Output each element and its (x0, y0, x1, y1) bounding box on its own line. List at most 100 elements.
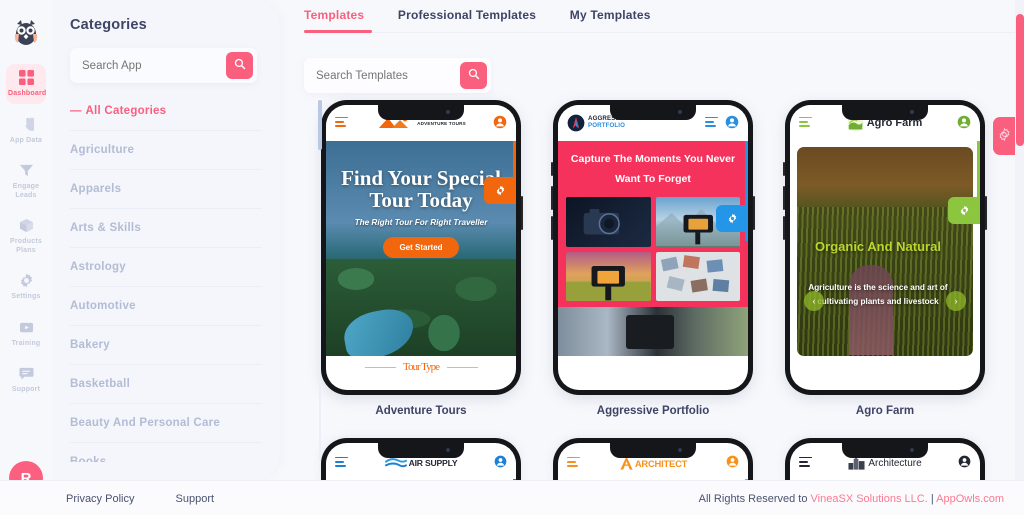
sidebar-item-label: Dashboard (8, 90, 47, 97)
template-logo-text: AIR SUPPLY (408, 458, 458, 468)
template-name: Aggressive Portfolio (596, 405, 710, 417)
category-label: Books (70, 456, 107, 462)
category-item-all[interactable]: — All Categories (70, 92, 262, 131)
grid-icon (8, 70, 44, 87)
category-item[interactable]: Beauty And Personal Care (70, 404, 262, 443)
sidebar-item-training[interactable]: Training (6, 314, 46, 354)
sidebar-item-app-data[interactable]: App Data (6, 111, 46, 151)
sidebar-item-label: Settings (11, 293, 41, 300)
chevron-right-icon[interactable]: › (946, 291, 966, 311)
hamburger-icon[interactable] (335, 456, 348, 470)
template-body-text: Agriculture is the science and art of cu… (808, 283, 948, 306)
categories-title: Categories (70, 17, 147, 33)
get-started-button[interactable]: Get Started (383, 237, 459, 258)
sidebar-item-settings[interactable]: Settings (6, 267, 46, 307)
gear-icon (998, 127, 1011, 144)
phone-notch (378, 443, 464, 458)
template-logo-text: Architecture (868, 457, 922, 469)
hamburger-icon[interactable] (799, 116, 812, 130)
template-hero: Organic And Natural Agriculture is the s… (790, 141, 980, 356)
owl-logo-icon[interactable] (7, 14, 45, 52)
category-label: Beauty And Personal Care (70, 417, 221, 429)
category-item[interactable]: Astrology (70, 248, 262, 287)
gallery-image (566, 251, 651, 301)
user-avatar-icon[interactable] (726, 455, 739, 471)
sidebar-item-label: Support (11, 386, 41, 393)
phone-notch (842, 443, 928, 458)
phone-screen: Agro Farm Organic And Natural Agricultur… (790, 105, 980, 390)
footer: Privacy Policy Support All Rights Reserv… (0, 480, 1024, 515)
phone-mockup: ADVENTURE TOURS Find Your Special Tour T… (319, 100, 523, 395)
gallery-image (566, 197, 651, 247)
category-label: Arts & Skills (70, 222, 141, 234)
category-item[interactable]: Apparels (70, 170, 262, 209)
category-scrollbar-thumb[interactable] (318, 100, 322, 150)
video-icon (8, 320, 44, 337)
phone-mockup: AGGRESSIVE PORTFOLIO Capture The Moments… (551, 100, 755, 395)
tab-professional-templates[interactable]: Professional Templates (398, 0, 536, 22)
hamburger-icon[interactable] (799, 456, 812, 470)
user-avatar-icon[interactable] (957, 115, 971, 132)
search-templates-input[interactable] (316, 58, 446, 93)
tab-templates[interactable]: Templates (304, 0, 364, 22)
footer-link-support[interactable]: Support (176, 493, 215, 505)
user-avatar-icon[interactable] (494, 455, 507, 471)
chevron-left-icon[interactable]: ‹ (804, 291, 824, 311)
page-scrollbar-thumb[interactable] (1016, 14, 1024, 146)
sidebar-item-engage-leads[interactable]: Engage Leads (6, 157, 46, 205)
search-app-button[interactable] (226, 52, 253, 79)
template-logo-text: ARCHITECT (634, 457, 688, 469)
template-gallery (566, 197, 740, 301)
category-item[interactable]: Arts & Skills (70, 209, 262, 248)
funnel-icon (8, 163, 44, 180)
settings-side-tab[interactable] (993, 117, 1015, 155)
hamburger-icon[interactable] (567, 456, 580, 470)
sidebar-item-support[interactable]: Support (6, 360, 46, 400)
category-label: Bakery (70, 339, 110, 351)
search-icon (234, 58, 246, 73)
category-label: All Categories (85, 105, 167, 117)
gallery-image (655, 251, 740, 301)
dash-right-icon: ——— (447, 361, 478, 373)
categories-panel: Categories — All Categories Agriculture A… (52, 0, 322, 480)
chat-icon (8, 366, 44, 383)
category-item[interactable]: Bakery (70, 326, 262, 365)
category-item[interactable]: Agriculture (70, 131, 262, 170)
accent-strip (977, 141, 980, 203)
footer-link-privacy-policy[interactable]: Privacy Policy (66, 493, 134, 505)
template-settings-tab[interactable] (484, 177, 516, 204)
search-icon (468, 68, 480, 83)
tab-my-templates[interactable]: My Templates (570, 0, 651, 22)
category-label: Basketball (70, 378, 131, 390)
category-item[interactable]: Books (70, 443, 262, 462)
sidebar-item-dashboard[interactable]: Dashboard (6, 64, 46, 104)
copyright-prefix: All Rights Reserved to (698, 493, 811, 505)
template-settings-tab[interactable] (948, 197, 980, 224)
hamburger-icon[interactable] (705, 116, 718, 130)
search-app-input[interactable] (82, 48, 212, 83)
template-logo-text: ADVENTURE TOURS (417, 120, 466, 126)
user-avatar-icon[interactable] (493, 115, 507, 132)
sidebar-item-label-line2: Plans (16, 246, 36, 254)
user-avatar-icon[interactable] (958, 455, 971, 471)
template-settings-tab[interactable] (716, 205, 748, 232)
sidebar-item-products-plans[interactable]: Products Plans (6, 212, 46, 260)
template-logo-text-2: PORTFOLIO (588, 122, 625, 129)
company-link[interactable]: VineaSX Solutions LLC. (811, 493, 928, 505)
category-item[interactable]: Basketball (70, 365, 262, 404)
category-search (70, 48, 257, 83)
gear-icon (8, 273, 44, 290)
dash-left-icon: ——— (365, 361, 396, 373)
phone-notch (842, 105, 928, 120)
user-avatar-icon[interactable] (725, 115, 739, 132)
hamburger-icon[interactable] (335, 116, 348, 130)
template-heading: Capture The Moments You Never Want To Fo… (570, 153, 736, 185)
site-link[interactable]: AppOwls.com (936, 493, 1004, 505)
template-section-label: Tour Type (403, 361, 440, 373)
phone-mockup: Architecture (785, 438, 985, 480)
footer-links: Privacy Policy Support (66, 493, 252, 505)
category-list[interactable]: — All Categories Agriculture Apparels Art… (52, 92, 280, 462)
category-item[interactable]: Automotive (70, 287, 262, 326)
search-templates-button[interactable] (460, 62, 487, 89)
sidebar-item-label-line2: Leads (15, 191, 37, 199)
